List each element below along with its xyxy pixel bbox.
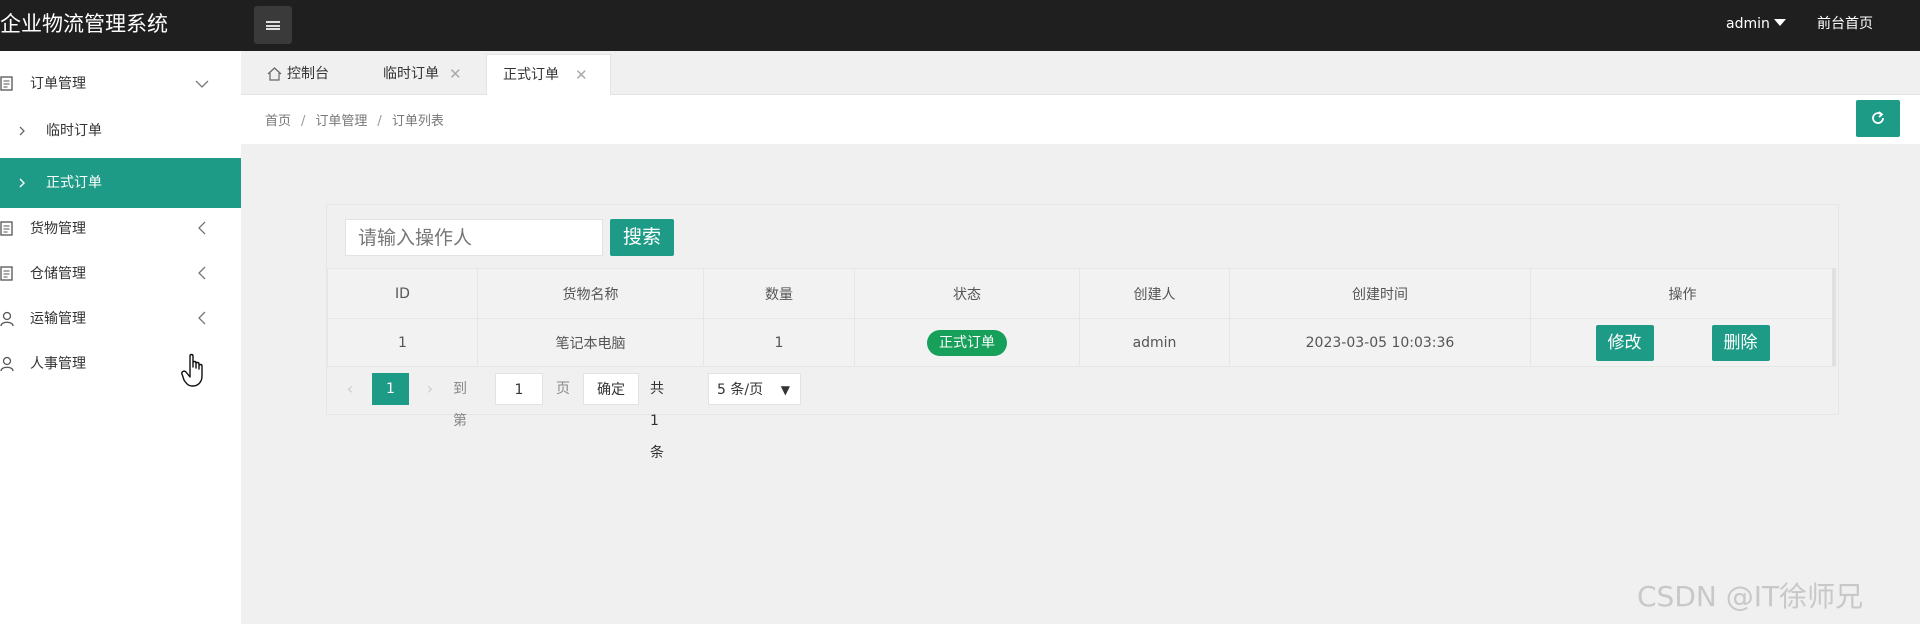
sidebar-item-warehouse[interactable]: 仓储管理: [0, 251, 241, 297]
tab-label: 临时订单: [383, 66, 439, 82]
sidebar-item-label: 仓储管理: [30, 266, 86, 282]
next-page-icon[interactable]: ›: [420, 373, 440, 405]
breadcrumb-bar: 首页 / 订单管理 / 订单列表: [241, 95, 1920, 144]
tab-label: 控制台: [287, 66, 329, 82]
sidebar-item-label: 货物管理: [30, 221, 86, 237]
total-count: 共 1 条: [650, 381, 664, 461]
menu-toggle-button[interactable]: [254, 6, 292, 44]
page-unit-label: 页: [556, 381, 570, 397]
caret-down-icon: [1773, 19, 1786, 26]
breadcrumb-current: 订单列表: [391, 114, 444, 129]
cell-id: 1: [327, 318, 478, 367]
status-badge: 正式订单: [927, 329, 1007, 356]
table-scrollbar[interactable]: [1832, 268, 1836, 366]
column-header-id: ID: [327, 268, 478, 319]
app-title: 企业物流管理系统: [0, 12, 168, 36]
operator-search-input[interactable]: [345, 219, 603, 256]
column-header-actions: 操作: [1530, 268, 1835, 319]
home-icon: [267, 67, 282, 81]
chevron-down-icon: [195, 80, 209, 88]
column-header-goods-name: 货物名称: [477, 268, 704, 319]
goto-page-input[interactable]: 1: [495, 373, 543, 405]
chevron-right-icon: [19, 178, 25, 188]
table-row: 1 笔记本电脑 1 正式订单 admin 2023-03-05 10:03:36…: [327, 318, 1835, 367]
column-header-creator: 创建人: [1079, 268, 1230, 319]
sidebar-item-formal-orders[interactable]: 正式订单: [0, 158, 241, 208]
hamburger-icon: [266, 21, 280, 30]
top-header: 企业物流管理系统 admin 前台首页: [0, 0, 1920, 51]
tab-bar: 控制台 临时订单 ✕ 正式订单 ✕: [241, 51, 1920, 95]
chevron-left-icon: [198, 311, 206, 325]
chevron-right-icon: [19, 126, 25, 136]
page-size-value: 5 条/页: [717, 382, 764, 398]
hand-cursor-icon: [181, 353, 203, 387]
watermark: CSDN @IT徐师兄: [1637, 580, 1864, 613]
goto-confirm-button[interactable]: 确定: [583, 373, 639, 405]
sidebar: 订单管理 临时订单 正式订单 货物管理 仓储管理 运输管理 人事管理: [0, 51, 241, 624]
tab-formal-orders[interactable]: 正式订单 ✕: [486, 54, 611, 95]
orders-table: ID 货物名称 数量 状态 创建人 创建时间 操作 1 笔记本电脑 1 正式订单…: [327, 268, 1835, 367]
prev-page-icon[interactable]: ‹: [340, 373, 360, 405]
sidebar-item-label: 人事管理: [30, 356, 86, 372]
cell-status: 正式订单: [854, 318, 1080, 367]
sidebar-item-temp-orders[interactable]: 临时订单: [0, 108, 241, 154]
sidebar-item-orders[interactable]: 订单管理: [0, 61, 241, 107]
cell-created-time: 2023-03-05 10:03:36: [1229, 318, 1531, 367]
chevron-down-icon: ▼: [780, 383, 790, 397]
sidebar-item-label: 临时订单: [46, 123, 102, 139]
search-button[interactable]: 搜索: [610, 219, 674, 256]
breadcrumb-orders[interactable]: 订单管理: [315, 114, 367, 129]
sidebar-item-goods[interactable]: 货物管理: [0, 206, 241, 252]
breadcrumb: 首页 / 订单管理 / 订单列表: [265, 114, 444, 129]
close-icon[interactable]: ✕: [575, 55, 588, 96]
sidebar-item-label: 订单管理: [30, 76, 86, 92]
cell-goods-name: 笔记本电脑: [477, 318, 704, 367]
tab-label: 正式订单: [503, 67, 559, 83]
document-icon: [0, 76, 13, 91]
user-icon: [0, 311, 14, 327]
chevron-left-icon: [198, 221, 206, 235]
cell-creator: admin: [1079, 318, 1230, 367]
tab-dashboard[interactable]: 控制台: [262, 54, 352, 95]
refresh-icon: [1872, 111, 1884, 124]
edit-button[interactable]: 修改: [1595, 324, 1654, 361]
sidebar-item-transport[interactable]: 运输管理: [0, 296, 241, 342]
column-header-status: 状态: [854, 268, 1080, 319]
user-icon: [0, 356, 14, 372]
document-icon: [0, 266, 13, 281]
cell-quantity: 1: [703, 318, 855, 367]
front-home-link[interactable]: 前台首页: [1817, 14, 1873, 34]
sidebar-item-label: 正式订单: [46, 175, 102, 191]
page-number-current[interactable]: 1: [372, 373, 409, 405]
table-header-row: ID 货物名称 数量 状态 创建人 创建时间 操作: [327, 268, 1835, 319]
page-size-select[interactable]: 5 条/页 ▼: [708, 373, 801, 405]
user-menu[interactable]: admin: [1726, 14, 1786, 34]
refresh-button[interactable]: [1856, 100, 1900, 137]
breadcrumb-home[interactable]: 首页: [265, 114, 291, 129]
close-icon[interactable]: ✕: [449, 54, 462, 95]
goto-label: 到第: [453, 381, 467, 429]
column-header-created-time: 创建时间: [1229, 268, 1531, 319]
sidebar-item-label: 运输管理: [30, 311, 86, 327]
delete-button[interactable]: 删除: [1711, 324, 1770, 361]
document-icon: [0, 221, 13, 236]
user-name: admin: [1726, 16, 1770, 32]
column-header-quantity: 数量: [703, 268, 855, 319]
cell-actions: 修改 删除: [1530, 318, 1835, 367]
tab-temp-orders[interactable]: 临时订单 ✕: [369, 54, 479, 95]
chevron-left-icon: [198, 266, 206, 280]
